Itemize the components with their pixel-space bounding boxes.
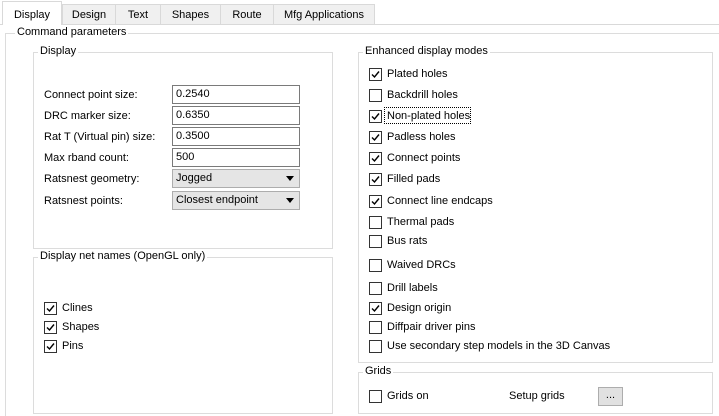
shapes-label: Shapes xyxy=(62,321,100,333)
ratsnest-points-label: Ratsnest points: xyxy=(44,195,123,207)
ratsnest-points-value: Closest endpoint xyxy=(176,194,258,206)
tab-shapes[interactable]: Shapes xyxy=(160,4,221,24)
setup-grids-button[interactable]: ... xyxy=(598,387,623,406)
plated-holes-label: Plated holes xyxy=(387,68,448,80)
connect-point-size-label: Connect point size: xyxy=(44,89,138,101)
ratsnest-geometry-select[interactable]: Jogged xyxy=(172,169,300,188)
net-names-group xyxy=(33,257,333,414)
bus-rats-checkbox[interactable] xyxy=(369,235,382,248)
tab-bar: Display Design Text Shapes Route Mfg App… xyxy=(0,0,719,25)
checkmark-icon xyxy=(371,305,380,313)
design-origin-label: Design origin xyxy=(387,302,452,314)
filled-pads-checkbox[interactable] xyxy=(369,173,382,186)
connect-line-endcaps-label: Connect line endcaps xyxy=(387,195,493,207)
diffpair-driver-pins-label: Diffpair driver pins xyxy=(387,321,476,333)
tab-text[interactable]: Text xyxy=(115,4,161,24)
filled-pads-label: Filled pads xyxy=(387,173,441,185)
clines-checkbox[interactable] xyxy=(44,302,57,315)
rat-t-size-field[interactable]: 0.3500 xyxy=(172,127,300,146)
ratsnest-points-select[interactable]: Closest endpoint xyxy=(172,191,300,210)
tab-display[interactable]: Display xyxy=(2,1,62,25)
drill-labels-checkbox[interactable] xyxy=(369,282,382,295)
command-parameters-title: Command parameters xyxy=(15,26,129,39)
max-rband-count-label: Max rband count: xyxy=(44,152,129,164)
checkmark-icon xyxy=(371,198,380,206)
tab-design[interactable]: Design xyxy=(62,4,116,24)
waived-drcs-checkbox[interactable] xyxy=(369,259,382,272)
connect-points-label: Connect points xyxy=(387,152,461,164)
checkmark-icon xyxy=(46,343,55,351)
diffpair-driver-pins-checkbox[interactable] xyxy=(369,321,382,334)
drc-marker-size-label: DRC marker size: xyxy=(44,110,131,122)
tab-mfg-applications[interactable]: Mfg Applications xyxy=(273,4,375,24)
checkmark-icon xyxy=(46,324,55,332)
grids-on-checkbox[interactable] xyxy=(369,390,382,403)
chevron-down-icon xyxy=(286,176,294,181)
pins-label: Pins xyxy=(62,340,84,352)
checkmark-icon xyxy=(46,305,55,313)
shapes-checkbox[interactable] xyxy=(44,321,57,334)
grids-on-label: Grids on xyxy=(387,390,429,402)
ratsnest-geometry-label: Ratsnest geometry: xyxy=(44,173,140,185)
bus-rats-label: Bus rats xyxy=(387,235,428,247)
connect-point-size-field[interactable]: 0.2540 xyxy=(172,85,300,104)
connect-line-endcaps-checkbox[interactable] xyxy=(369,195,382,208)
enhanced-display-title: Enhanced display modes xyxy=(363,45,490,58)
ratsnest-geometry-value: Jogged xyxy=(176,172,213,184)
grids-group-title: Grids xyxy=(363,365,394,378)
checkmark-icon xyxy=(371,134,380,142)
plated-holes-checkbox[interactable] xyxy=(369,68,382,81)
padless-holes-checkbox[interactable] xyxy=(369,131,382,144)
clines-label: Clines xyxy=(62,302,93,314)
drc-marker-size-field[interactable]: 0.6350 xyxy=(172,106,300,125)
thermal-pads-label: Thermal pads xyxy=(387,216,455,228)
backdrill-holes-checkbox[interactable] xyxy=(369,89,382,102)
checkmark-icon xyxy=(371,176,380,184)
checkmark-icon xyxy=(371,113,380,121)
checkmark-icon xyxy=(371,155,380,163)
backdrill-holes-label: Backdrill holes xyxy=(387,89,458,101)
max-rband-count-field[interactable]: 500 xyxy=(172,148,300,167)
rat-t-size-label: Rat T (Virtual pin) size: xyxy=(44,131,156,143)
checkmark-icon xyxy=(371,71,380,79)
secondary-step-models-checkbox[interactable] xyxy=(369,340,382,353)
focus-rectangle xyxy=(384,107,471,124)
secondary-step-models-label: Use secondary step models in the 3D Canv… xyxy=(387,340,611,352)
drill-labels-label: Drill labels xyxy=(387,282,438,294)
net-names-group-title: Display net names (OpenGL only) xyxy=(38,250,208,263)
setup-grids-label: Setup grids xyxy=(509,390,565,402)
padless-holes-label: Padless holes xyxy=(387,131,456,143)
pins-checkbox[interactable] xyxy=(44,340,57,353)
tab-route[interactable]: Route xyxy=(220,4,274,24)
chevron-down-icon xyxy=(286,198,294,203)
waived-drcs-label: Waived DRCs xyxy=(387,259,456,271)
display-group-title: Display xyxy=(38,45,79,58)
design-origin-checkbox[interactable] xyxy=(369,302,382,315)
thermal-pads-checkbox[interactable] xyxy=(369,216,382,229)
non-plated-holes-checkbox[interactable] xyxy=(369,110,382,123)
connect-points-checkbox[interactable] xyxy=(369,152,382,165)
